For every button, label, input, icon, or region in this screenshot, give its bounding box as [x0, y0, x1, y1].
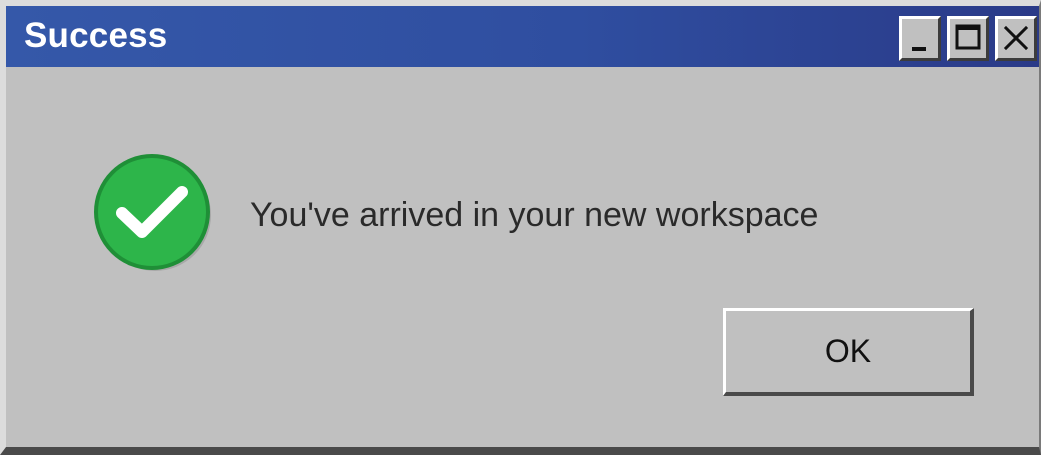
close-icon [1003, 25, 1029, 51]
minimize-button[interactable] [899, 16, 941, 61]
maximize-button[interactable] [947, 16, 989, 61]
dialog-message: You've arrived in your new workspace [250, 196, 819, 234]
title-bar[interactable]: Success [6, 6, 1039, 67]
dialog-content: You've arrived in your new workspace OK [6, 67, 1039, 447]
minimize-icon [912, 47, 926, 51]
success-dialog: Success You've arrived in your new works… [0, 0, 1041, 455]
ok-button[interactable]: OK [723, 308, 974, 396]
window-controls [899, 16, 1037, 61]
maximize-icon [955, 24, 981, 50]
window-title: Success [24, 16, 168, 55]
success-check-icon [92, 152, 212, 272]
close-button[interactable] [995, 16, 1037, 61]
